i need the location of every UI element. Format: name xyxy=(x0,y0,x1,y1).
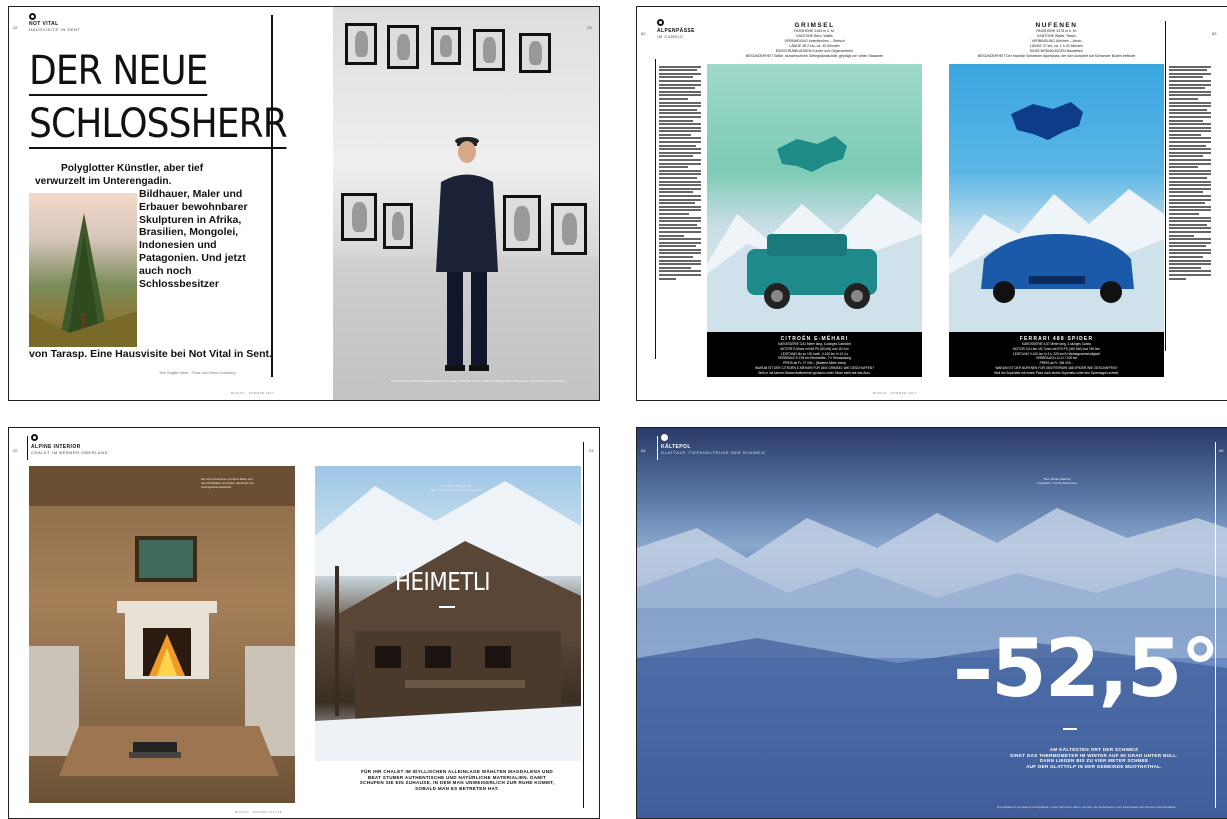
subsection-label: HAUSVISITE IN SENT xyxy=(29,27,81,32)
article-title: HEIMETLI xyxy=(395,567,491,596)
title-dash xyxy=(1063,728,1077,730)
spread-alpine-interior: 22 ALPINE INTERIOR CHALET IM BERNER OBER… xyxy=(8,427,600,819)
page-number-right: 83 xyxy=(1212,31,1217,36)
footer-text: BIANCO · WINTER 2017/18 xyxy=(235,810,282,814)
photo-credit-line: Text: Christine Kopp, Helene Wiegand xyxy=(430,488,482,492)
temperature-headline: –52,5° xyxy=(953,622,1220,715)
pass-info-line: BESONDERHEIT Wilde, wunderschöne Gebirgs… xyxy=(745,54,884,58)
car-info-line: Weil ein Superlativ mit einem Pass auch … xyxy=(994,370,1119,375)
body-text-column-right xyxy=(1169,64,1211,281)
subline: AUF DER GLATTALP IN DER GEMEINDE MUOTHAT… xyxy=(1026,763,1162,769)
title-dash xyxy=(439,606,455,608)
subsection-label: CHALET IM BERNER OBERLAND xyxy=(31,450,109,455)
page-number-left: 64 xyxy=(641,448,646,453)
body-text-column-left xyxy=(659,64,701,281)
author-credits: Text: Brigitte Ulmer · Fotos: Alex Morin… xyxy=(159,371,236,375)
body-wrapped-text: Bildhauer, Maler und Erbauer bewohnbarer… xyxy=(139,188,248,290)
divider-line xyxy=(655,59,656,359)
nufenen-map-image xyxy=(949,64,1164,332)
photo-caption: Der Künstler macht Kunstpräsentationen i… xyxy=(391,379,567,383)
credit-line: Fotografie: Yvonne Bossmann xyxy=(1037,481,1078,485)
divider-line xyxy=(1165,21,1166,351)
lead-paragraph: Polyglotter Künstler, aber tief verwurze… xyxy=(29,163,267,189)
headline: DER NEUE SCHLOSSHERR xyxy=(29,45,288,151)
article-caption: FÜR IHR CHALET IM IDYLLISCHEN ALLEINLAGE… xyxy=(359,769,555,791)
article-subline: AM KÄLTESTEN ORT DER SCHWEIZ SINKT DAS T… xyxy=(999,747,1189,769)
spread-not-vital: 22 NOT VITAL HAUSVISITE IN SENT DER NEUE… xyxy=(8,6,600,401)
headline-line-1: DER NEUE xyxy=(29,48,208,96)
photo-overlay-text: Sie schuf zusammen mit ihrem Mann und de… xyxy=(201,477,254,489)
body-tail-text: von Tarasp. Eine Hausvisite bei Not Vita… xyxy=(29,348,272,360)
divider-line xyxy=(583,442,584,808)
photo-credits: Fotografie: Reto Guntli Text: Christine … xyxy=(401,484,511,492)
page-number-left: 22 xyxy=(13,448,18,453)
car-info-line: Weil er mit seinem Wasserkraftwerken gen… xyxy=(758,370,871,375)
headline-line-2: SCHLOSSHERR xyxy=(29,101,288,149)
footer-text: BIANCO · SOMMER 2017 xyxy=(231,391,275,395)
divider-line xyxy=(27,436,28,460)
magazine-logo-icon xyxy=(657,19,664,26)
page-number-right: 65 xyxy=(1219,448,1224,453)
living-room-photo xyxy=(29,466,295,803)
page-number-left: 82 xyxy=(641,31,646,36)
pass-info-grimsel: GRIMSEL PASSHÖHE 2164 m ü. M. KANTONE Be… xyxy=(707,22,922,59)
divider-line xyxy=(657,436,658,460)
photo-caption: Die Glattalp ist ein kleines Hochplateau… xyxy=(997,805,1177,809)
painting-image xyxy=(29,193,137,347)
article-credits: Text: Stefan Wabnitz Fotografie: Yvonne … xyxy=(1037,477,1077,485)
spread-kaeltepol: 64 KÄLTEPOL GLATTALP, TIEFKÜHLTRUHE DER … xyxy=(636,427,1227,819)
magazine-logo-icon xyxy=(31,434,38,441)
lead-line-1: Polyglotter Künstler, aber tief xyxy=(61,163,204,174)
spread-alpenpaesse: 82 ALPENPÄSSE IM CABRIO 83 GRIMSEL PASSH… xyxy=(636,6,1227,401)
subsection-label: IM CABRIO xyxy=(657,34,684,39)
car-info-citroen: CITROËN E-MÉHARI KAROSSERIE 3,81 Meter l… xyxy=(707,332,922,377)
footer-text: BIANCO · SOMMER 2017 xyxy=(873,391,917,395)
pass-info-line: BESONDERHEIT Der höchste Schweizer Alpen… xyxy=(977,54,1136,58)
page-number-right: 23 xyxy=(589,448,594,453)
magazine-logo-icon xyxy=(661,434,668,441)
page-number-left: 22 xyxy=(13,25,18,30)
subsection-label: GLATTALP, TIEFKÜHLTRUHE DER SCHWEIZ xyxy=(661,450,766,455)
grimsel-map-image xyxy=(707,64,922,332)
pass-name: GRIMSEL xyxy=(794,22,835,29)
page-number-right: 23 xyxy=(587,25,592,30)
chalet-photo xyxy=(315,466,581,761)
lead-line-2: verwurzelt im Unterengadin. xyxy=(35,175,172,187)
pass-info-nufenen: NUFENEN PASSHÖHE 2478 m ü. M. KANTONE Wa… xyxy=(949,22,1164,59)
pass-name: NUFENEN xyxy=(1035,22,1078,29)
car-info-ferrari: FERRARI 488 SPIDER KAROSSERIE 4,57 Meter… xyxy=(949,332,1164,377)
magazine-logo-icon xyxy=(29,13,36,20)
artist-photo xyxy=(333,7,599,400)
